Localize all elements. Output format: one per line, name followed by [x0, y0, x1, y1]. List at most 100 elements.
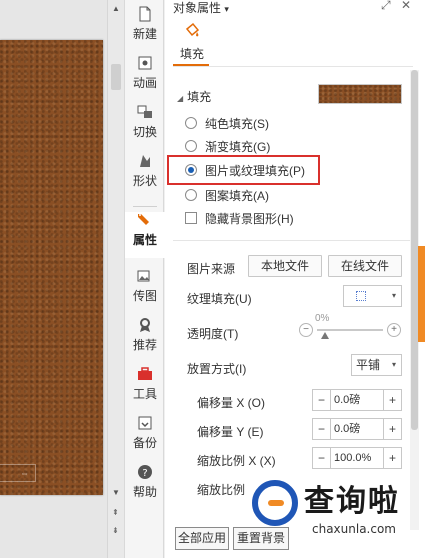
scroll-page-down-icon[interactable]: ⇟: [112, 526, 119, 535]
increment-button[interactable]: +: [383, 448, 401, 468]
recommend-icon: [140, 318, 150, 332]
radio-gradient-fill[interactable]: 渐变填充(G): [185, 137, 270, 155]
offset-y-value[interactable]: 0.0磅: [333, 419, 381, 439]
tab-fill[interactable]: 填充: [176, 22, 208, 62]
triangle-down-icon: ◢: [177, 94, 184, 103]
sidebar-item-label: 推荐: [132, 338, 157, 352]
slide-canvas[interactable]: ⇔: [0, 0, 107, 558]
radio-solid-fill[interactable]: 纯色填充(S): [185, 114, 269, 132]
sidebar-item-label: 帮助: [132, 485, 157, 499]
radio-label: 渐变填充(G): [205, 139, 271, 154]
radio-button[interactable]: [185, 140, 197, 152]
checkbox[interactable]: [185, 212, 197, 224]
texture-pattern-icon: [356, 291, 366, 301]
offset-y-label: 偏移量 Y (E): [197, 425, 264, 439]
search-magnifier-icon: [252, 480, 298, 526]
close-icon[interactable]: ✕: [401, 0, 411, 12]
sidebar-item-label: 新建: [132, 27, 157, 41]
sidebar-item-label: 备份: [132, 436, 157, 450]
scale-x-stepper[interactable]: − 100.0% +: [312, 447, 402, 469]
side-expand-tab[interactable]: [418, 246, 425, 342]
decrement-button[interactable]: −: [313, 390, 331, 410]
picture-source-label: 图片来源: [187, 262, 236, 276]
upload-image-icon: [137, 270, 150, 282]
texture-fill-label: 纹理填充(U): [187, 292, 252, 306]
sidebar-item-recommend[interactable]: 推荐: [125, 317, 165, 363]
scrollbar-thumb[interactable]: [411, 70, 418, 430]
scale-x-label: 缩放比例 X (X): [197, 454, 276, 468]
texture-preview-swatch: [318, 84, 402, 104]
sidebar-item-label: 切换: [132, 125, 157, 139]
checkbox-hide-background[interactable]: 隐藏背景图形(H): [185, 209, 294, 227]
panel-header: 对象属性 ▾ ⤢ ✕: [165, 0, 425, 16]
offset-y-stepper[interactable]: − 0.0磅 +: [312, 418, 402, 440]
sidebar-item-animation[interactable]: 动画: [125, 55, 165, 101]
slider-track[interactable]: [317, 329, 383, 331]
transition-icon: [137, 105, 152, 118]
new-doc-icon: [139, 6, 151, 22]
texture-fill-dropdown[interactable]: ▾: [343, 285, 402, 307]
scroll-up-icon[interactable]: ▲: [112, 4, 120, 13]
sidebar-item-label: 属性: [132, 233, 157, 247]
help-icon: ?: [138, 465, 152, 479]
increment-button[interactable]: +: [383, 419, 401, 439]
placement-dropdown[interactable]: 平铺 ▾: [351, 354, 402, 376]
radio-button[interactable]: [185, 189, 197, 201]
fill-section-toggle[interactable]: ◢ 填充: [177, 88, 211, 105]
sidebar-item-transition[interactable]: 切换: [125, 104, 165, 150]
sidebar-item-backup[interactable]: 备份: [125, 415, 165, 461]
sidebar-item-shape[interactable]: 形状: [125, 153, 165, 199]
toolbox-icon: [138, 367, 152, 380]
sidebar-item-label: 工具: [132, 387, 157, 401]
scale-y-label: 缩放比例: [197, 483, 246, 497]
offset-x-value[interactable]: 0.0磅: [333, 390, 381, 410]
placement-label: 放置方式(I): [187, 362, 247, 376]
radio-pattern-fill[interactable]: 图案填充(A): [185, 186, 269, 204]
chevron-down-icon: ▾: [224, 4, 229, 14]
task-pane-sidebar: 新建 动画 切换 形状 属性 传图 推荐 工具 备份 ? 帮助: [124, 0, 165, 558]
apply-all-button[interactable]: 全部应用: [175, 527, 229, 550]
tab-divider: [173, 66, 413, 67]
scale-x-value[interactable]: 100.0%: [333, 448, 381, 468]
animation-icon: [138, 56, 152, 70]
decrement-button[interactable]: −: [313, 448, 331, 468]
radio-button[interactable]: [185, 117, 197, 129]
panel-title-dropdown[interactable]: 对象属性 ▾: [173, 0, 229, 16]
transparency-slider[interactable]: − 0% +: [299, 313, 401, 341]
checkbox-label: 隐藏背景图形(H): [205, 211, 294, 226]
scrollbar-thumb[interactable]: [111, 64, 121, 90]
sidebar-item-new[interactable]: 新建: [125, 6, 165, 52]
sidebar-item-help[interactable]: ? 帮助: [125, 464, 165, 510]
transparency-value: 0%: [315, 313, 330, 324]
sidebar-divider: [133, 206, 157, 207]
slider-knob[interactable]: [321, 332, 329, 339]
radio-label: 纯色填充(S): [205, 116, 269, 131]
transparency-label: 透明度(T): [187, 327, 239, 341]
online-file-button[interactable]: 在线文件: [328, 255, 402, 277]
dock-arrow-icon[interactable]: ⤢: [381, 0, 391, 13]
tab-fill-label: 填充: [179, 47, 204, 61]
plus-icon[interactable]: +: [387, 323, 401, 337]
chevron-down-icon: ▾: [391, 360, 396, 369]
scroll-page-up-icon[interactable]: ⇞: [112, 508, 119, 517]
decrement-button[interactable]: −: [313, 419, 331, 439]
increment-button[interactable]: +: [383, 390, 401, 410]
sidebar-item-tools[interactable]: 工具: [125, 366, 165, 412]
minus-icon[interactable]: −: [299, 323, 313, 337]
backup-icon: [138, 416, 152, 430]
sidebar-item-label: 传图: [132, 289, 157, 303]
panel-title: 对象属性: [173, 1, 222, 15]
fill-section-title: 填充: [187, 90, 212, 104]
sidebar-item-properties[interactable]: 属性: [125, 212, 165, 258]
canvas-vertical-scrollbar[interactable]: ▲ ▼ ⇞ ⇟: [107, 0, 124, 558]
slide-resize-handle[interactable]: ⇔: [0, 464, 36, 482]
radio-label: 图案填充(A): [205, 188, 269, 203]
section-divider: [173, 240, 413, 241]
watermark-url: chaxunla.com: [312, 522, 396, 536]
slide-texture-background[interactable]: [0, 40, 103, 495]
watermark-logo: 查询啦 chaxunla.com: [252, 474, 425, 558]
offset-x-stepper[interactable]: − 0.0磅 +: [312, 389, 402, 411]
local-file-button[interactable]: 本地文件: [248, 255, 322, 277]
scroll-down-icon[interactable]: ▼: [112, 488, 120, 497]
sidebar-item-upload-image[interactable]: 传图: [125, 268, 165, 314]
